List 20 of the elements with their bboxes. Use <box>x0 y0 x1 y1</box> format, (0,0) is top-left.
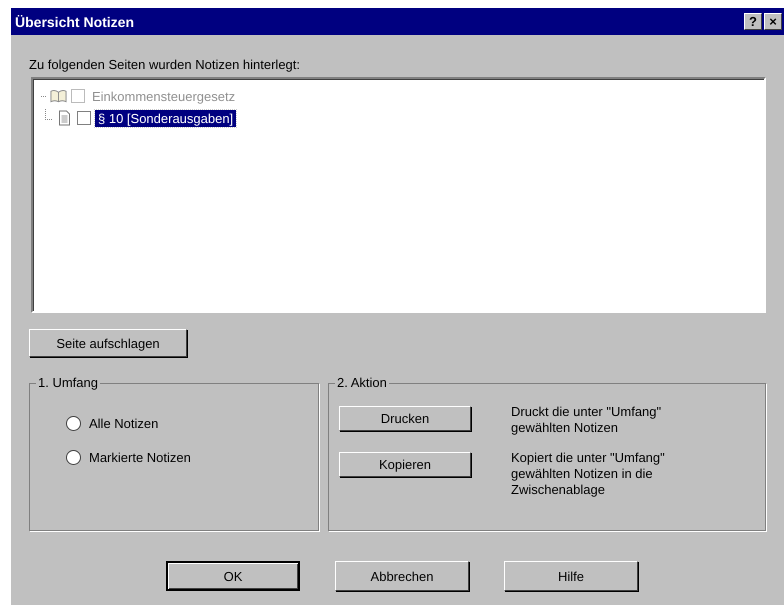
tree-label: Zu folgenden Seiten wurden Notizen hinterlegt: <box>29 57 302 72</box>
radio-label: Markierte Notizen <box>89 450 191 465</box>
radio-button[interactable] <box>66 416 81 431</box>
group-title: 2. Aktion <box>335 375 389 390</box>
dialog-button[interactable]: Abbrechen <box>335 561 469 591</box>
action-button[interactable]: Kopieren <box>339 452 471 477</box>
document-icon <box>56 110 73 126</box>
dialog-button[interactable]: OK <box>166 561 300 591</box>
action-description: Druckt die unter "Umfang" gewählten Notizen <box>511 404 662 436</box>
window-title: Übersicht Notizen <box>15 14 134 30</box>
book-icon <box>50 88 67 104</box>
dialog-button[interactable]: Hilfe <box>504 561 638 591</box>
radio-label: Alle Notizen <box>89 416 158 431</box>
help-button[interactable]: ? <box>744 13 762 30</box>
group-title: 1. Umfang <box>36 375 100 390</box>
action-description: Kopiert die unter "Umfang" gewählten Notizen in die Zwischenablage <box>511 450 666 498</box>
action-button[interactable]: Drucken <box>339 406 471 431</box>
open-page-button[interactable]: Seite aufschlagen <box>29 329 187 357</box>
close-button[interactable]: × <box>764 13 782 30</box>
radio-button[interactable] <box>66 450 81 465</box>
